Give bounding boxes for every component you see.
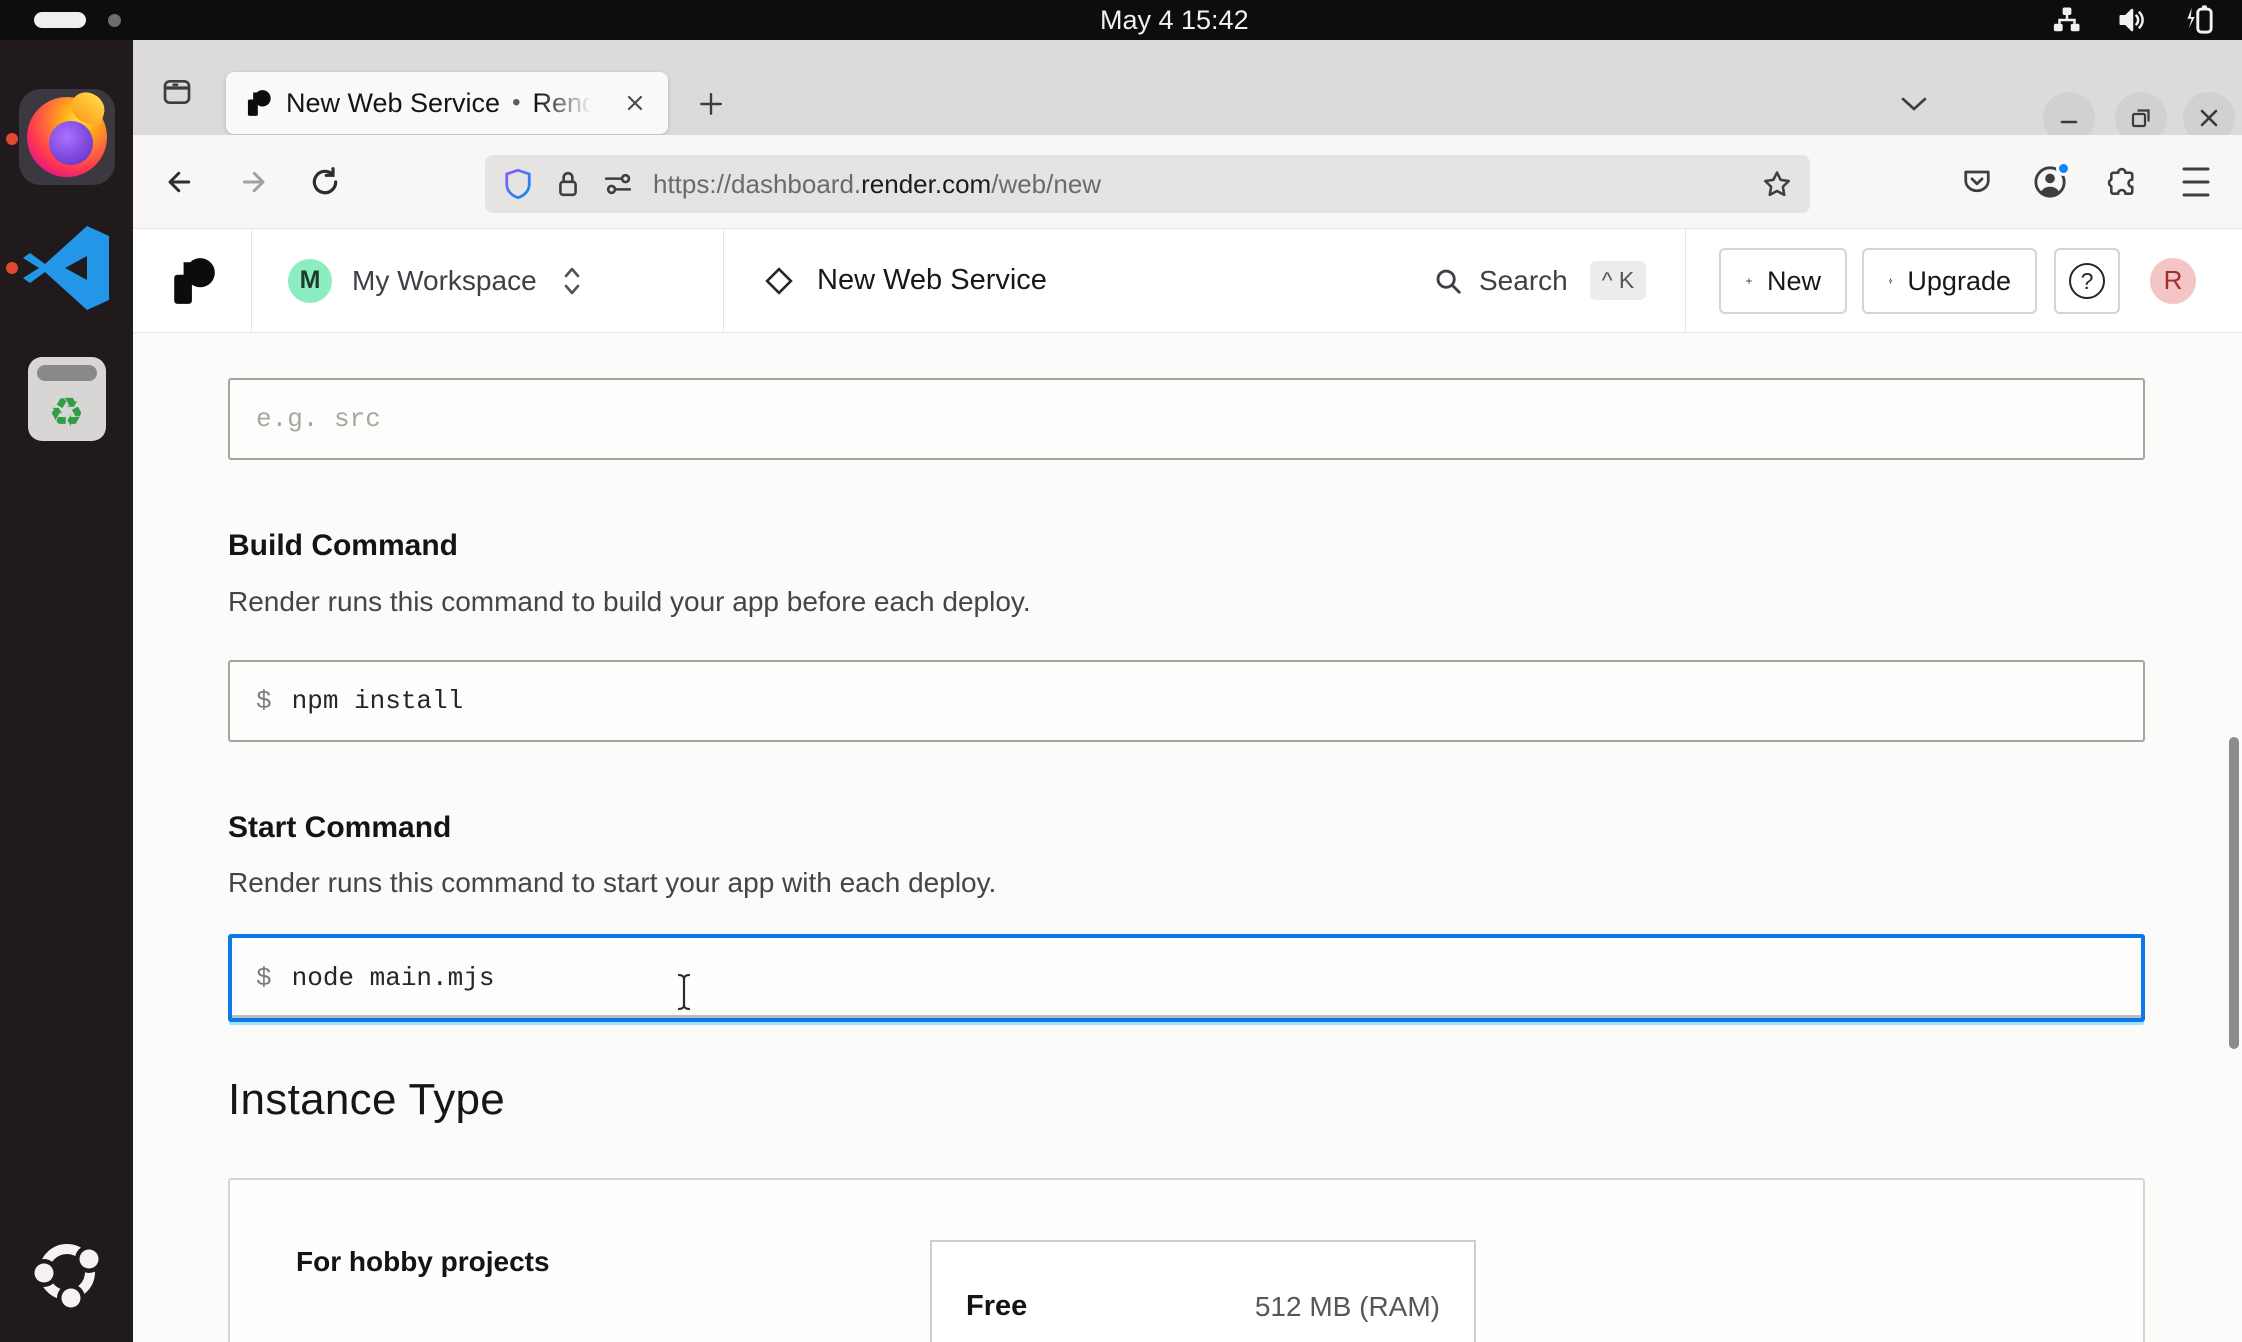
tab-favicon-render-icon: [246, 89, 272, 117]
tab-strip: New Web Service • Rend: [133, 40, 2242, 135]
shell-prompt: $: [256, 686, 272, 716]
system-clock[interactable]: May 4 15:42: [1100, 0, 1249, 40]
trash-icon: ♻: [28, 357, 106, 441]
start-command-heading: Start Command: [228, 811, 451, 845]
shell-prompt: $: [256, 963, 272, 993]
header-divider: [723, 229, 724, 332]
new-web-service-form: e.g. src Build Command Render runs this …: [133, 333, 2242, 1342]
navigation-toolbar: https://dashboard.render.com/web/new: [133, 135, 2242, 229]
upgrade-button[interactable]: Upgrade: [1862, 248, 2037, 314]
service-diamond-icon: [761, 263, 797, 299]
search-button[interactable]: Search ^ K: [1433, 229, 1646, 332]
system-top-bar: May 4 15:42: [0, 0, 2242, 40]
firefox-view-button[interactable]: [155, 72, 199, 112]
search-label: Search: [1479, 265, 1568, 297]
free-instance-card[interactable]: Free 512 MB (RAM): [930, 1240, 1476, 1342]
menu-hamburger-icon[interactable]: [2183, 163, 2210, 202]
new-button-label: New: [1767, 266, 1821, 297]
tab-close-icon[interactable]: [618, 86, 652, 120]
header-divider: [251, 229, 252, 332]
page-heading-group: New Web Service: [761, 229, 1047, 332]
vscode-running-dot: [6, 262, 18, 274]
header-divider: [1685, 229, 1686, 332]
reload-button[interactable]: [309, 166, 341, 198]
page-title: New Web Service: [817, 264, 1047, 297]
build-command-description: Render runs this command to build your a…: [228, 586, 1031, 618]
tab-title-suffix: Rend: [532, 88, 597, 119]
tab-title-separator: •: [512, 89, 520, 117]
bookmark-star-icon[interactable]: [1762, 169, 1792, 199]
instance-type-heading: Instance Type: [228, 1075, 505, 1125]
start-command-value: node main.mjs: [292, 963, 495, 993]
workspace-name: My Workspace: [352, 265, 537, 297]
user-avatar: R: [2150, 258, 2196, 304]
dock-item-vscode[interactable]: [0, 220, 133, 316]
build-command-value: npm install: [292, 686, 464, 716]
root-directory-placeholder: e.g. src: [256, 404, 381, 434]
root-directory-input[interactable]: e.g. src: [228, 378, 2145, 460]
workspace-dot-inactive[interactable]: [108, 14, 121, 27]
workspace-pill-active[interactable]: [34, 12, 86, 28]
dock-item-trash[interactable]: ♻: [0, 357, 133, 441]
search-shortcut: ^ K: [1590, 261, 1647, 300]
url-bar[interactable]: https://dashboard.render.com/web/new: [485, 155, 1810, 213]
render-logo[interactable]: [171, 229, 217, 332]
ubuntu-logo-icon: [27, 1232, 107, 1312]
hobby-projects-label: For hobby projects: [296, 1246, 550, 1278]
workspace-selector[interactable]: M My Workspace: [288, 229, 583, 332]
firefox-icon: [19, 89, 115, 185]
recycle-glyph: ♻: [49, 393, 85, 433]
vscode-icon: [19, 220, 115, 316]
free-instance-name: Free: [966, 1290, 1027, 1323]
tab-title: New Web Service: [286, 88, 500, 119]
build-command-input[interactable]: $ npm install: [228, 660, 2145, 742]
free-instance-ram: 512 MB (RAM): [1255, 1291, 1440, 1323]
workspace-indicator[interactable]: [34, 12, 121, 28]
text-cursor-pointer: [671, 971, 697, 1013]
back-button[interactable]: [163, 167, 197, 197]
browser-window: New Web Service • Rend: [133, 40, 2242, 1342]
lock-icon[interactable]: [555, 168, 581, 200]
new-button[interactable]: New: [1719, 248, 1847, 314]
clipped-text-top: [229, 335, 1489, 341]
help-button[interactable]: ?: [2054, 248, 2120, 314]
workspace-avatar: M: [288, 259, 332, 303]
battery-charging-icon: [2182, 3, 2216, 37]
system-status-area[interactable]: [2052, 0, 2216, 40]
chevron-up-down-icon: [561, 264, 583, 298]
extensions-puzzle-icon[interactable]: [2107, 166, 2139, 198]
search-icon: [1433, 266, 1463, 296]
volume-icon: [2116, 5, 2148, 35]
permissions-icon[interactable]: [603, 171, 633, 197]
tracking-protection-shield-icon[interactable]: [503, 167, 533, 201]
dock-item-app-grid[interactable]: [0, 1232, 133, 1312]
forward-button[interactable]: [236, 167, 270, 197]
dock-item-firefox[interactable]: [0, 89, 133, 185]
url-text[interactable]: https://dashboard.render.com/web/new: [653, 169, 1101, 200]
start-command-input[interactable]: $ node main.mjs: [228, 934, 2145, 1022]
render-app-header: M My Workspace New Web Service: [133, 229, 2242, 333]
firefox-running-dot: [6, 133, 18, 145]
account-notification-dot: [2056, 161, 2071, 176]
upgrade-button-label: Upgrade: [1907, 266, 2011, 297]
active-tab[interactable]: New Web Service • Rend: [226, 72, 668, 134]
account-icon[interactable]: [2033, 165, 2067, 199]
start-command-description: Render runs this command to start your a…: [228, 867, 996, 899]
instance-type-panel: For hobby projects Free 512 MB (RAM): [228, 1178, 2145, 1342]
pocket-icon[interactable]: [1962, 167, 1992, 197]
page-scrollbar-thumb[interactable]: [2229, 737, 2239, 1049]
dock: ♻: [0, 40, 133, 1342]
network-tree-icon: [2052, 5, 2082, 35]
new-tab-button[interactable]: [689, 82, 733, 126]
question-mark-icon: ?: [2069, 263, 2105, 299]
build-command-heading: Build Command: [228, 529, 458, 563]
list-all-tabs-button[interactable]: [1891, 82, 1937, 126]
user-menu[interactable]: R: [2150, 229, 2196, 332]
